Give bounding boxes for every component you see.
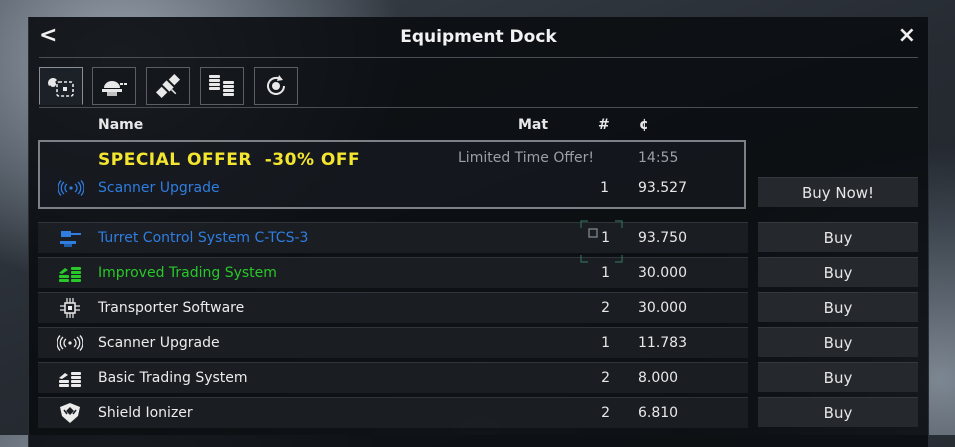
credits-stack-icon bbox=[209, 75, 234, 96]
scanner-icon bbox=[57, 332, 83, 354]
item-price: 6.810 bbox=[638, 405, 679, 421]
equipment-dock-window: < Equipment Dock × Name Mat # ¢ SPECIAL … bbox=[28, 17, 929, 447]
item-row[interactable]: Transporter Software 2 30.000 bbox=[38, 292, 748, 323]
item-quantity: 1 bbox=[601, 265, 610, 281]
item-row[interactable]: Turret Control System C-TCS-3 1 93.750 bbox=[38, 222, 748, 253]
shield-icon bbox=[57, 402, 83, 424]
item-quantity: 2 bbox=[601, 405, 610, 421]
buy-button[interactable]: Buy bbox=[758, 397, 918, 427]
item-price: 93.750 bbox=[638, 230, 687, 246]
special-offer-price: 93.527 bbox=[638, 180, 687, 196]
item-name: Basic Trading System bbox=[98, 370, 248, 386]
item-price: 30.000 bbox=[638, 300, 687, 316]
window-title: Equipment Dock bbox=[400, 27, 557, 47]
special-offer-item-name[interactable]: Scanner Upgrade bbox=[98, 180, 220, 196]
buy-button[interactable]: Buy bbox=[758, 292, 918, 322]
equipment-icon bbox=[48, 78, 74, 97]
buy-button[interactable]: Buy bbox=[758, 222, 918, 252]
tabs-divider bbox=[39, 107, 918, 108]
item-quantity: 2 bbox=[601, 370, 610, 386]
tab-trading[interactable] bbox=[200, 67, 244, 105]
offer-countdown: 14:55 bbox=[638, 150, 679, 166]
item-row[interactable]: Improved Trading System 1 30.000 bbox=[38, 257, 748, 288]
item-row[interactable]: Scanner Upgrade 1 11.783 bbox=[38, 327, 748, 358]
item-price: 30.000 bbox=[638, 265, 687, 281]
tab-rebuy[interactable] bbox=[254, 67, 298, 105]
turret-control-icon bbox=[57, 227, 83, 249]
limited-time-label: Limited Time Offer! bbox=[458, 150, 595, 166]
target-reticle-icon bbox=[580, 220, 623, 263]
column-header-price[interactable]: ¢ bbox=[639, 117, 649, 133]
special-offer-box: SPECIAL OFFER -30% OFF Limited Time Offe… bbox=[38, 140, 746, 209]
item-name: Turret Control System C-TCS-3 bbox=[98, 230, 309, 246]
column-header-name[interactable]: Name bbox=[98, 117, 143, 133]
satellite-icon bbox=[155, 73, 181, 99]
item-price: 11.783 bbox=[638, 335, 687, 351]
buy-button[interactable]: Buy bbox=[758, 362, 918, 392]
item-name: Transporter Software bbox=[98, 300, 245, 316]
item-row[interactable]: Shield Ionizer 2 6.810 bbox=[38, 397, 748, 428]
buy-button[interactable]: Buy bbox=[758, 327, 918, 357]
turret-icon bbox=[102, 81, 127, 96]
buy-button[interactable]: Buy bbox=[758, 257, 918, 287]
trading-system-icon bbox=[57, 367, 83, 389]
title-bar: < Equipment Dock × bbox=[29, 17, 928, 57]
buy-now-button[interactable]: Buy Now! bbox=[758, 177, 918, 207]
scanner-icon bbox=[57, 180, 85, 200]
column-header-mat[interactable]: Mat bbox=[518, 117, 548, 133]
trading-system-green-icon bbox=[57, 262, 83, 284]
refresh-icon bbox=[267, 75, 285, 95]
tab-satellites[interactable] bbox=[146, 67, 190, 105]
item-name: Improved Trading System bbox=[98, 265, 277, 281]
item-price: 8.000 bbox=[638, 370, 679, 386]
special-offer-quantity: 1 bbox=[600, 180, 609, 196]
transporter-chip-icon bbox=[57, 297, 83, 319]
column-header-quantity[interactable]: # bbox=[598, 117, 610, 133]
item-name: Shield Ionizer bbox=[98, 405, 193, 421]
tab-turrets[interactable] bbox=[92, 67, 136, 105]
special-offer-headline: SPECIAL OFFER -30% OFF bbox=[98, 150, 361, 170]
item-row[interactable]: Basic Trading System 2 8.000 bbox=[38, 362, 748, 393]
tab-equipment[interactable] bbox=[39, 67, 83, 105]
item-quantity: 1 bbox=[601, 335, 610, 351]
item-name: Scanner Upgrade bbox=[98, 335, 220, 351]
item-quantity: 2 bbox=[601, 300, 610, 316]
close-button[interactable]: × bbox=[898, 23, 916, 48]
title-divider bbox=[39, 57, 918, 58]
